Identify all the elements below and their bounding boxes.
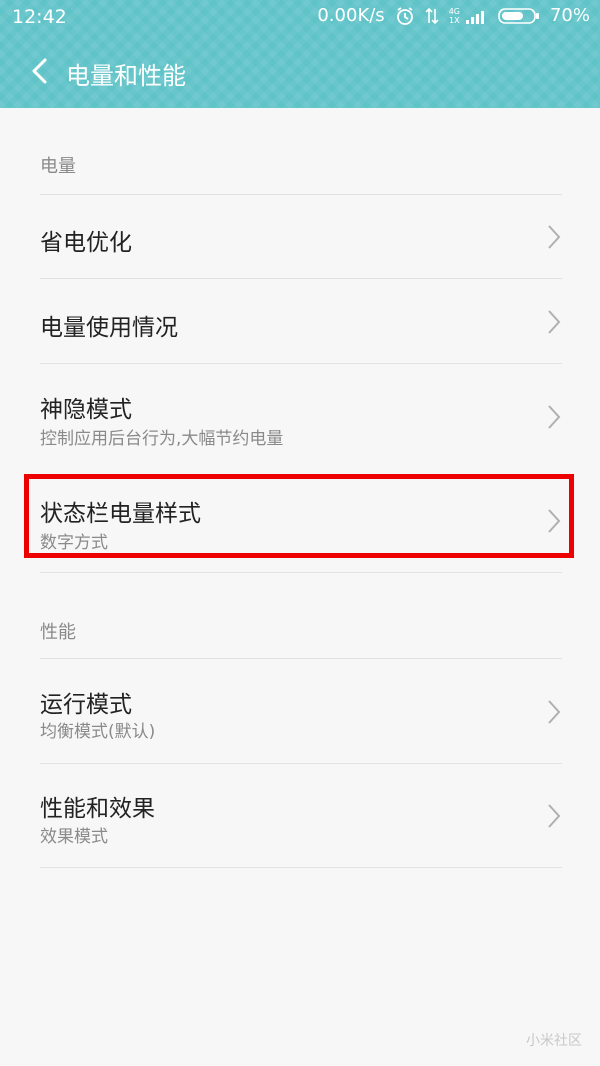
data-arrows-icon xyxy=(425,7,439,25)
title-bar: 电量和性能 xyxy=(0,44,600,100)
item-title: 省电优化 xyxy=(40,230,132,256)
alarm-icon xyxy=(395,6,415,26)
item-subtitle: 控制应用后台行为,大幅节约电量 xyxy=(40,429,284,449)
list-item-power-saving[interactable]: 省电优化 xyxy=(0,195,600,278)
item-title: 电量使用情况 xyxy=(40,315,178,341)
item-title: 运行模式 xyxy=(40,692,132,718)
item-title: 性能和效果 xyxy=(40,796,155,822)
chevron-right-icon xyxy=(548,405,561,429)
chevron-right-icon xyxy=(548,700,561,724)
back-button[interactable] xyxy=(22,54,56,88)
chevron-right-icon xyxy=(548,225,561,249)
signal-icon xyxy=(465,8,488,24)
app-header: 12:42 0.00K/s 4G 1X 70% 电量和性能 xyxy=(0,0,600,108)
network-speed: 0.00K/s xyxy=(317,5,385,26)
battery-percent: 70% xyxy=(549,5,590,26)
page-title: 电量和性能 xyxy=(66,62,186,90)
divider xyxy=(40,572,562,573)
chevron-right-icon xyxy=(548,310,561,334)
section-header-battery: 电量 xyxy=(40,156,76,177)
section-header-performance: 性能 xyxy=(40,622,76,643)
item-subtitle: 效果模式 xyxy=(40,827,108,847)
chevron-right-icon xyxy=(548,509,561,533)
item-title: 神隐模式 xyxy=(40,397,132,423)
item-title: 状态栏电量样式 xyxy=(40,501,201,527)
list-item-performance-effects[interactable]: 性能和效果 效果模式 xyxy=(0,764,600,867)
item-subtitle: 数字方式 xyxy=(40,533,108,553)
divider xyxy=(40,867,562,868)
list-item-stealth-mode[interactable]: 神隐模式 控制应用后台行为,大幅节约电量 xyxy=(0,364,600,468)
item-subtitle: 均衡模式(默认) xyxy=(40,722,156,742)
chevron-right-icon xyxy=(548,804,561,828)
status-time: 12:42 xyxy=(12,6,67,28)
status-bar: 12:42 0.00K/s 4G 1X 70% xyxy=(0,0,600,34)
chevron-left-icon xyxy=(32,58,47,84)
battery-icon xyxy=(498,7,540,25)
network-type: 4G 1X xyxy=(448,6,460,25)
list-item-status-bar-battery-style[interactable]: 状态栏电量样式 数字方式 xyxy=(0,474,600,572)
status-right: 0.00K/s 4G 1X 70% xyxy=(317,5,590,26)
list-item-battery-usage[interactable]: 电量使用情况 xyxy=(0,279,600,363)
watermark: 小米社区 xyxy=(526,1033,582,1049)
list-item-run-mode[interactable]: 运行模式 均衡模式(默认) xyxy=(0,659,600,763)
